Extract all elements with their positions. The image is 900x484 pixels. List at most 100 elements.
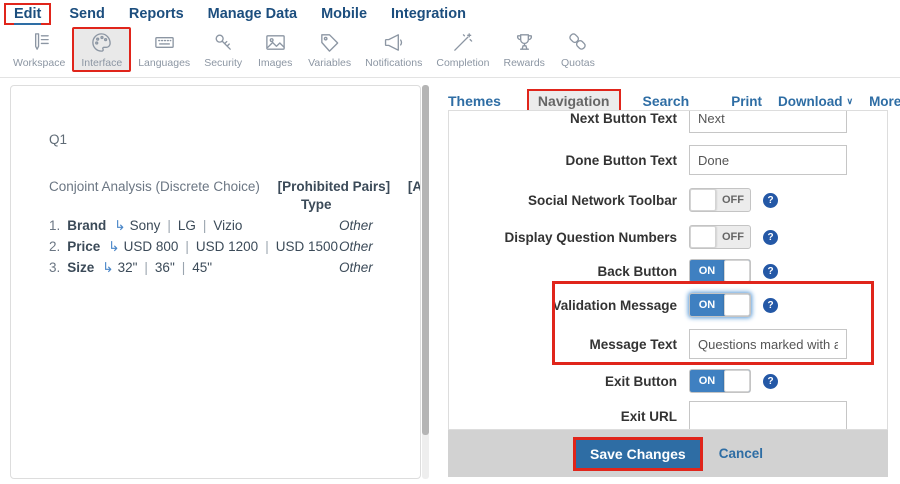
prohibited-pairs-link[interactable]: [Prohibited Pairs] xyxy=(278,179,391,194)
nav-item-send[interactable]: Send xyxy=(57,4,116,24)
image-icon xyxy=(264,31,287,54)
form-row-exit-url: Exit URL xyxy=(449,401,887,430)
separator: | xyxy=(167,218,171,233)
separator: | xyxy=(265,239,269,254)
print-link[interactable]: Print xyxy=(731,94,762,109)
more-link[interactable]: More∨ xyxy=(869,94,900,109)
field-label: Social Network Toolbar xyxy=(449,193,689,208)
toggle-knob xyxy=(690,189,716,211)
question-type: Conjoint Analysis (Discrete Choice) xyxy=(49,179,260,194)
toggle-knob xyxy=(724,294,750,316)
toolbar-item-quotas[interactable]: Quotas xyxy=(552,27,604,71)
preview-scrollbar[interactable] xyxy=(422,85,429,479)
field-label: Back Button xyxy=(449,264,689,279)
cancel-link[interactable]: Cancel xyxy=(719,446,763,461)
exit-url-input[interactable] xyxy=(689,401,847,430)
field-label: Done Button Text xyxy=(449,153,689,168)
toolbar-item-languages[interactable]: Languages xyxy=(131,27,197,71)
toolbar-item-notifications[interactable]: Notifications xyxy=(358,27,429,71)
toggle-state-label: OFF xyxy=(716,189,750,211)
toggle-state-label: ON xyxy=(690,260,724,282)
toggle-knob xyxy=(724,260,750,282)
toggle-knob xyxy=(724,370,750,392)
palette-icon xyxy=(90,31,113,54)
field-label: Validation Message xyxy=(449,298,689,313)
save-changes-button[interactable]: Save Changes xyxy=(573,437,703,471)
exit-button-toggle[interactable]: ON xyxy=(689,369,751,393)
help-icon[interactable]: ? xyxy=(763,298,778,313)
attribute-level: USD 1500 xyxy=(276,239,338,254)
attribute-type: Other xyxy=(339,218,373,233)
attribute-name: Size xyxy=(67,260,94,275)
survey-preview-panel: Q1 Conjoint Analysis (Discrete Choice) [… xyxy=(10,85,421,479)
help-icon[interactable]: ? xyxy=(763,193,778,208)
attribute-number: 3. xyxy=(49,260,60,275)
download-link[interactable]: Download∨ xyxy=(778,94,853,109)
toolbar-item-label: Variables xyxy=(308,57,351,69)
toolbar-item-label: Notifications xyxy=(365,57,422,69)
toolbar-item-workspace[interactable]: Workspace xyxy=(6,27,72,71)
field-label: Message Text xyxy=(449,337,689,352)
form-row-next-button-text: Next Button Text xyxy=(449,110,887,133)
next-button-text-input[interactable] xyxy=(689,110,847,133)
megaphone-icon xyxy=(382,31,405,54)
message-text-input[interactable] xyxy=(689,329,847,359)
toolbar-item-security[interactable]: Security xyxy=(197,27,249,71)
pen-list-icon xyxy=(28,31,51,54)
toggle-knob xyxy=(690,226,716,248)
tab-themes[interactable]: Themes xyxy=(448,93,501,109)
attribute-name: Brand xyxy=(67,218,106,233)
form-row-validation-message: Validation Message ON ? xyxy=(449,293,887,317)
separator: | xyxy=(182,260,186,275)
level-arrow-icon: ↳ xyxy=(108,239,119,254)
attribute-number: 1. xyxy=(49,218,60,233)
nav-item-reports[interactable]: Reports xyxy=(117,4,196,24)
done-button-text-input[interactable] xyxy=(689,145,847,175)
chain-icon xyxy=(566,31,589,54)
help-icon[interactable]: ? xyxy=(763,374,778,389)
toolbar-item-label: Rewards xyxy=(503,57,544,69)
separator: | xyxy=(203,218,207,233)
form-row-done-button-text: Done Button Text xyxy=(449,145,887,175)
scrollbar-thumb[interactable] xyxy=(422,85,429,435)
nav-item-edit[interactable]: Edit xyxy=(12,6,43,22)
tab-search[interactable]: Search xyxy=(643,93,690,109)
chevron-down-icon: ∨ xyxy=(846,96,853,107)
edit-toolbar: Workspace Interface Languages Security I… xyxy=(0,27,900,78)
wand-icon xyxy=(451,31,474,54)
navigation-settings-form: Next Button Text Done Button Text Social… xyxy=(448,110,888,430)
toolbar-item-label: Quotas xyxy=(561,57,595,69)
nav-item-integration[interactable]: Integration xyxy=(379,4,478,24)
toolbar-item-completion[interactable]: Completion xyxy=(429,27,496,71)
toolbar-item-images[interactable]: Images xyxy=(249,27,301,71)
toolbar-item-label: Images xyxy=(258,57,292,69)
keyboard-icon xyxy=(153,31,176,54)
attribute-type: Other xyxy=(339,239,373,254)
help-icon[interactable]: ? xyxy=(763,230,778,245)
form-footer: Save Changes Cancel xyxy=(448,430,888,477)
top-nav: Edit Send Reports Manage Data Mobile Int… xyxy=(0,0,900,27)
attribute-level: 45" xyxy=(192,260,212,275)
nav-item-manage-data[interactable]: Manage Data xyxy=(196,4,309,24)
validation-message-toggle[interactable]: ON xyxy=(689,293,751,317)
back-button-toggle[interactable]: ON xyxy=(689,259,751,283)
field-label: Exit URL xyxy=(449,409,689,424)
form-row-back-button: Back Button ON ? xyxy=(449,259,887,283)
level-arrow-icon: ↳ xyxy=(102,260,113,275)
social-network-toolbar-toggle[interactable]: OFF xyxy=(689,188,751,212)
nav-item-mobile[interactable]: Mobile xyxy=(309,4,379,24)
toggle-state-label: OFF xyxy=(716,226,750,248)
attribute-row: 1.Brand↳Sony|LG|Vizio Other xyxy=(49,218,420,234)
toolbar-item-label: Languages xyxy=(138,57,190,69)
toolbar-item-rewards[interactable]: Rewards xyxy=(496,27,551,71)
toggle-state-label: ON xyxy=(690,370,724,392)
toolbar-item-interface[interactable]: Interface xyxy=(72,27,131,72)
add-fixed-tasks-link[interactable]: [Add Fixed Tasks] xyxy=(408,179,421,194)
toolbar-item-variables[interactable]: Variables xyxy=(301,27,358,71)
help-icon[interactable]: ? xyxy=(763,264,778,279)
attribute-level: USD 800 xyxy=(124,239,179,254)
display-question-numbers-toggle[interactable]: OFF xyxy=(689,225,751,249)
field-label: Next Button Text xyxy=(449,111,689,126)
type-column-header: Type xyxy=(301,197,332,212)
attribute-level: LG xyxy=(178,218,196,233)
